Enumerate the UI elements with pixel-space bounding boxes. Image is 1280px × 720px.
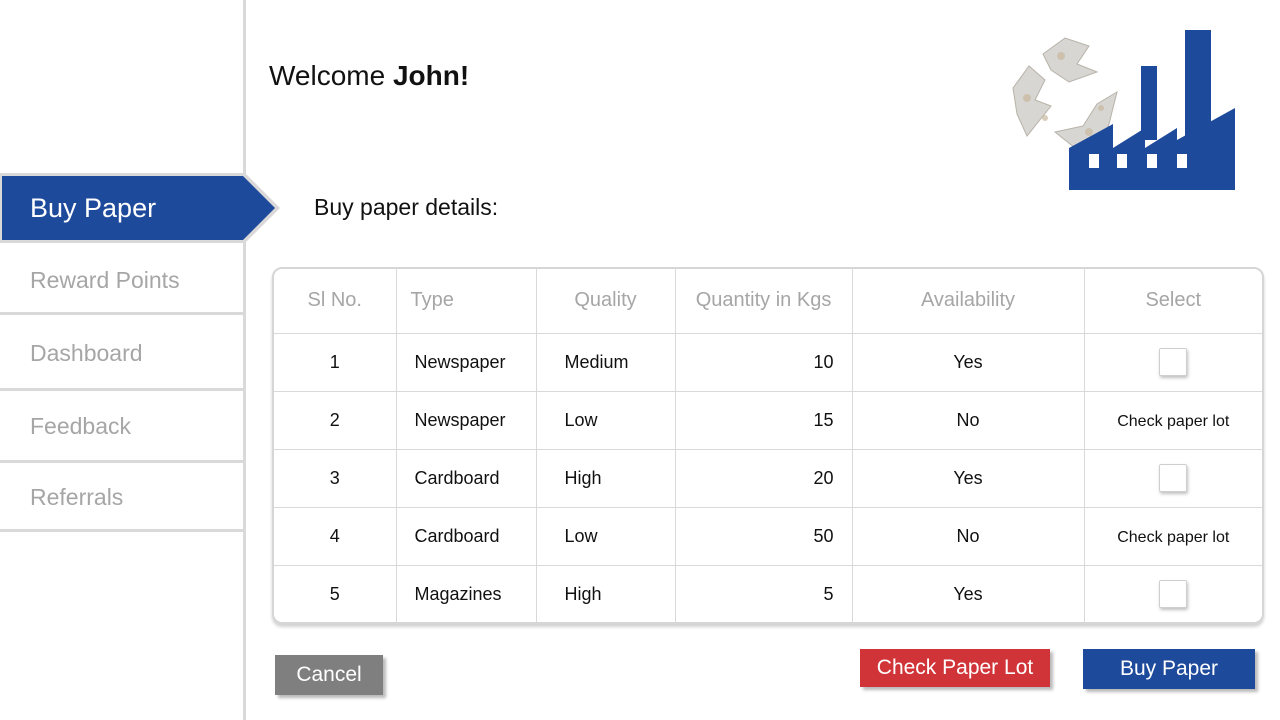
cell-type: Newspaper <box>396 391 537 450</box>
cell-quantity: 10 <box>675 333 853 392</box>
cell-quality: High <box>536 449 676 508</box>
cell-sl-no: 3 <box>274 449 397 508</box>
column-header-quantity: Quantity in Kgs <box>675 269 853 334</box>
select-checkbox[interactable] <box>1159 464 1188 492</box>
cell-availability: Yes <box>852 449 1085 508</box>
cell-select <box>1084 565 1262 622</box>
cancel-button[interactable]: Cancel <box>275 655 383 695</box>
paper-table: Sl No. Type Quality Quantity in Kgs Avai… <box>272 267 1264 624</box>
welcome-prefix: Welcome <box>269 60 393 91</box>
cell-select: Check paper lot <box>1084 391 1262 450</box>
table-row: 2 Newspaper Low 15 No Check paper lot <box>274 391 1262 450</box>
check-paper-lot-button[interactable]: Check Paper Lot <box>860 649 1050 687</box>
table-row: 3 Cardboard High 20 Yes <box>274 449 1262 508</box>
cell-select <box>1084 449 1262 508</box>
cell-quantity: 20 <box>675 449 853 508</box>
sidebar-item-label: Feedback <box>30 412 132 439</box>
cell-quantity: 15 <box>675 391 853 450</box>
select-checkbox[interactable] <box>1159 580 1188 609</box>
table-row: 1 Newspaper Medium 10 Yes <box>274 333 1262 392</box>
check-paper-lot-link[interactable]: Check paper lot <box>1117 413 1229 430</box>
user-name: John! <box>392 60 470 91</box>
table-row: 5 Magazines High 5 Yes <box>274 565 1262 622</box>
sidebar-item-buy-paper[interactable]: Buy Paper <box>0 173 280 243</box>
sidebar-item-reward-points[interactable]: Reward Points <box>0 247 243 313</box>
cell-quality: Low <box>536 507 676 566</box>
sidebar-item-feedback[interactable]: Feedback <box>0 392 243 460</box>
cell-sl-no: 2 <box>274 391 397 450</box>
column-header-sl-no: Sl No. <box>274 269 397 334</box>
sidebar-item-referrals[interactable]: Referrals <box>0 464 243 530</box>
cell-quality: Medium <box>536 333 676 392</box>
cell-availability: No <box>852 391 1085 450</box>
table-header-row: Sl No. Type Quality Quantity in Kgs Avai… <box>274 269 1262 334</box>
cell-quantity: 5 <box>675 565 853 622</box>
recycle-factory-icon <box>1012 30 1235 190</box>
cell-select <box>1084 333 1262 392</box>
sidebar-separator <box>0 460 243 463</box>
cell-quality: High <box>536 565 676 622</box>
select-checkbox[interactable] <box>1159 348 1188 376</box>
cell-quality: Low <box>536 391 676 450</box>
column-header-quality: Quality <box>536 269 676 334</box>
sidebar-item-label: Reward Points <box>30 266 180 293</box>
section-title: Buy paper details: <box>314 194 499 220</box>
sidebar-separator <box>0 529 243 532</box>
sidebar-item-label: Referrals <box>30 483 124 510</box>
cell-availability: Yes <box>852 565 1085 622</box>
cell-availability: No <box>852 507 1085 566</box>
sidebar-item-dashboard[interactable]: Dashboard <box>0 318 243 388</box>
cell-quantity: 50 <box>675 507 853 566</box>
welcome-heading: Welcome John! <box>269 60 469 92</box>
column-header-select: Select <box>1084 269 1262 334</box>
column-header-availability: Availability <box>852 269 1085 334</box>
cell-sl-no: 5 <box>274 565 397 622</box>
check-paper-lot-link[interactable]: Check paper lot <box>1117 529 1229 546</box>
cell-type: Newspaper <box>396 333 537 392</box>
cell-type: Cardboard <box>396 449 537 508</box>
sidebar-item-label: Dashboard <box>30 339 143 366</box>
sidebar-separator <box>0 388 243 391</box>
cell-sl-no: 1 <box>274 333 397 392</box>
cell-type: Magazines <box>396 565 537 622</box>
sidebar-item-label: Buy Paper <box>30 192 157 223</box>
cell-type: Cardboard <box>396 507 537 566</box>
sidebar-divider <box>243 0 246 720</box>
cell-availability: Yes <box>852 333 1085 392</box>
cell-select: Check paper lot <box>1084 507 1262 566</box>
table-row: 4 Cardboard Low 50 No Check paper lot <box>274 507 1262 566</box>
cell-sl-no: 4 <box>274 507 397 566</box>
column-header-type: Type <box>396 269 537 334</box>
buy-paper-button[interactable]: Buy Paper <box>1083 649 1255 689</box>
sidebar-separator <box>0 312 243 315</box>
